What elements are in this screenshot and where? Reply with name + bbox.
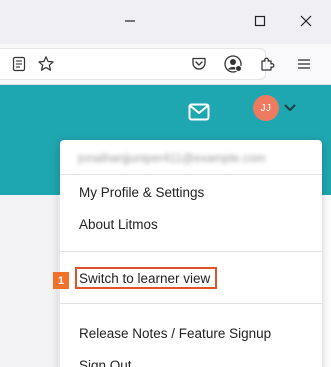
minimize-icon[interactable] <box>115 6 145 36</box>
page-sidebar-background <box>0 195 58 367</box>
reader-view-icon[interactable] <box>8 53 30 75</box>
mail-icon[interactable] <box>186 99 212 125</box>
maximize-icon[interactable] <box>245 6 275 36</box>
user-email: jonathanjjuniper411@example.com <box>78 151 266 165</box>
menu-divider <box>60 303 322 304</box>
pocket-icon[interactable] <box>188 53 210 75</box>
menu-item-about[interactable]: About Litmos <box>79 216 158 234</box>
browser-titlebar <box>0 0 331 44</box>
menu-item-profile-settings[interactable]: My Profile & Settings <box>79 184 204 202</box>
screenshot-root: JJ jonathanjjuniper411@example.com My Pr… <box>0 0 331 367</box>
annotation-badge: 1 <box>53 272 69 289</box>
menu-item-release-notes[interactable]: Release Notes / Feature Signup <box>79 325 271 343</box>
annotation-highlight-box <box>75 267 217 289</box>
extensions-icon[interactable] <box>257 53 279 75</box>
close-icon[interactable] <box>291 6 321 36</box>
user-menu-dropdown: jonathanjjuniper411@example.com My Profi… <box>60 140 322 367</box>
chevron-down-icon[interactable] <box>283 102 297 114</box>
account-icon[interactable] <box>222 53 244 75</box>
bookmark-star-icon[interactable] <box>35 53 57 75</box>
menu-item-sign-out[interactable]: Sign Out <box>79 357 132 367</box>
avatar[interactable]: JJ <box>253 95 279 121</box>
menu-divider <box>60 251 322 252</box>
menu-divider <box>60 174 322 175</box>
menu-icon[interactable] <box>293 53 315 75</box>
browser-toolbar <box>0 44 331 85</box>
